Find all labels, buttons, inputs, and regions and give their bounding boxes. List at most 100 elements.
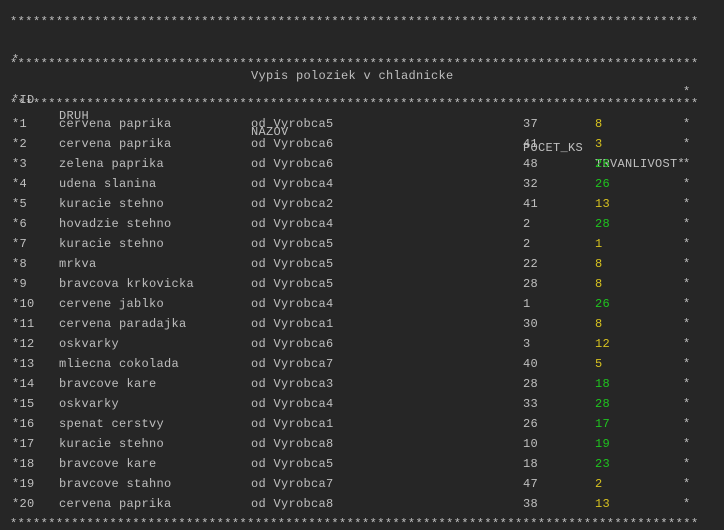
row-druh: kuracie stehno xyxy=(59,437,165,451)
row-trvanlivost: 8 xyxy=(595,277,603,291)
row-id: *17 xyxy=(12,437,35,451)
row-trvanlivost: 19 xyxy=(595,437,611,451)
row-druh: cervena paprika xyxy=(59,497,172,511)
row-druh: zelena paprika xyxy=(59,157,165,171)
row-nazov: od Vyrobca3 xyxy=(251,377,334,391)
row-druh: kuracie stehno xyxy=(59,237,165,251)
row-druh: mrkva xyxy=(59,257,97,271)
separator-line-2: ****************************************… xyxy=(10,57,699,71)
row-nazov: od Vyrobca5 xyxy=(251,257,334,271)
row-pocet: 28 xyxy=(523,377,539,391)
row-id: *14 xyxy=(12,377,35,391)
separator-line-bottom: ****************************************… xyxy=(10,517,699,530)
row-pocet: 41 xyxy=(523,137,539,151)
row-nazov: od Vyrobca7 xyxy=(251,357,334,371)
table-row: *6 hovadzie stehno od Vyrobca4 2 28 * xyxy=(0,216,724,232)
row-pocet: 30 xyxy=(523,317,539,331)
table-row: *16 spenat cerstvy od Vyrobca1 26 17 * xyxy=(0,416,724,432)
row-end-marker: * xyxy=(683,497,691,511)
row-id: *20 xyxy=(12,497,35,511)
row-end-marker: * xyxy=(683,337,691,351)
row-trvanlivost: 2 xyxy=(595,477,603,491)
row-druh: spenat cerstvy xyxy=(59,417,165,431)
row-nazov: od Vyrobca4 xyxy=(251,297,334,311)
row-trvanlivost: 28 xyxy=(595,397,611,411)
row-pocet: 2 xyxy=(523,217,531,231)
row-trvanlivost: 26 xyxy=(595,177,611,191)
row-pocet: 10 xyxy=(523,437,539,451)
row-end-marker: * xyxy=(683,297,691,311)
row-pocet: 40 xyxy=(523,357,539,371)
row-druh: bravcove stahno xyxy=(59,477,172,491)
table-row: *15 oskvarky od Vyrobca4 33 28 * xyxy=(0,396,724,412)
row-trvanlivost: 8 xyxy=(595,317,603,331)
row-end-marker: * xyxy=(683,277,691,291)
row-id: *6 xyxy=(12,217,28,231)
row-pocet: 26 xyxy=(523,417,539,431)
row-trvanlivost: 3 xyxy=(595,137,603,151)
row-pocet: 2 xyxy=(523,237,531,251)
row-id: *2 xyxy=(12,137,28,151)
row-id: *4 xyxy=(12,177,28,191)
row-trvanlivost: 8 xyxy=(595,257,603,271)
table-row: *2 cervena paprika od Vyrobca6 41 3 * xyxy=(0,136,724,152)
title-line: * Vypis poloziek v chladnicke * xyxy=(0,36,724,99)
row-druh: udena slanina xyxy=(59,177,157,191)
row-druh: cervena paprika xyxy=(59,117,172,131)
row-druh: bravcove kare xyxy=(59,457,157,471)
row-druh: hovadzie stehno xyxy=(59,217,172,231)
row-nazov: od Vyrobca5 xyxy=(251,457,334,471)
row-end-marker: * xyxy=(683,417,691,431)
table-row: *10 cervene jablko od Vyrobca4 1 26 * xyxy=(0,296,724,312)
row-nazov: od Vyrobca5 xyxy=(251,277,334,291)
row-nazov: od Vyrobca6 xyxy=(251,337,334,351)
table-row: *17 kuracie stehno od Vyrobca8 10 19 * xyxy=(0,436,724,452)
row-druh: bravcove kare xyxy=(59,377,157,391)
table-row: *7 kuracie stehno od Vyrobca5 2 1 * xyxy=(0,236,724,252)
table-row: *3 zelena paprika od Vyrobca6 48 26 * xyxy=(0,156,724,172)
table-row: *18 bravcove kare od Vyrobca5 18 23 * xyxy=(0,456,724,472)
row-druh: mliecna cokolada xyxy=(59,357,180,371)
row-pocet: 1 xyxy=(523,297,531,311)
row-nazov: od Vyrobca5 xyxy=(251,237,334,251)
row-pocet: 47 xyxy=(523,477,539,491)
row-druh: cervena paprika xyxy=(59,137,172,151)
row-nazov: od Vyrobca6 xyxy=(251,137,334,151)
row-nazov: od Vyrobca1 xyxy=(251,417,334,431)
row-end-marker: * xyxy=(683,317,691,331)
row-end-marker: * xyxy=(683,257,691,271)
row-trvanlivost: 17 xyxy=(595,417,611,431)
row-end-marker: * xyxy=(683,477,691,491)
row-trvanlivost: 26 xyxy=(595,297,611,311)
row-trvanlivost: 13 xyxy=(595,497,611,511)
row-end-marker: * xyxy=(683,157,691,171)
row-end-marker: * xyxy=(683,437,691,451)
row-pocet: 18 xyxy=(523,457,539,471)
row-pocet: 41 xyxy=(523,197,539,211)
table-row: *8 mrkva od Vyrobca5 22 8 * xyxy=(0,256,724,272)
row-trvanlivost: 13 xyxy=(595,197,611,211)
row-trvanlivost: 28 xyxy=(595,217,611,231)
row-trvanlivost: 12 xyxy=(595,337,611,351)
row-nazov: od Vyrobca6 xyxy=(251,157,334,171)
row-pocet: 3 xyxy=(523,337,531,351)
table-row: *14 bravcove kare od Vyrobca3 28 18 * xyxy=(0,376,724,392)
row-end-marker: * xyxy=(683,217,691,231)
row-trvanlivost: 1 xyxy=(595,237,603,251)
row-end-marker: * xyxy=(683,237,691,251)
row-id: *15 xyxy=(12,397,35,411)
row-end-marker: * xyxy=(683,397,691,411)
row-nazov: od Vyrobca4 xyxy=(251,177,334,191)
row-pocet: 38 xyxy=(523,497,539,511)
row-id: *8 xyxy=(12,257,28,271)
row-trvanlivost: 23 xyxy=(595,457,611,471)
table-row: *12 oskvarky od Vyrobca6 3 12 * xyxy=(0,336,724,352)
separator-line-3: ****************************************… xyxy=(10,97,699,111)
row-id: *1 xyxy=(12,117,28,131)
table-row: *4 udena slanina od Vyrobca4 32 26 * xyxy=(0,176,724,192)
row-end-marker: * xyxy=(683,177,691,191)
row-id: *10 xyxy=(12,297,35,311)
row-trvanlivost: 26 xyxy=(595,157,611,171)
row-end-marker: * xyxy=(683,357,691,371)
row-nazov: od Vyrobca4 xyxy=(251,397,334,411)
